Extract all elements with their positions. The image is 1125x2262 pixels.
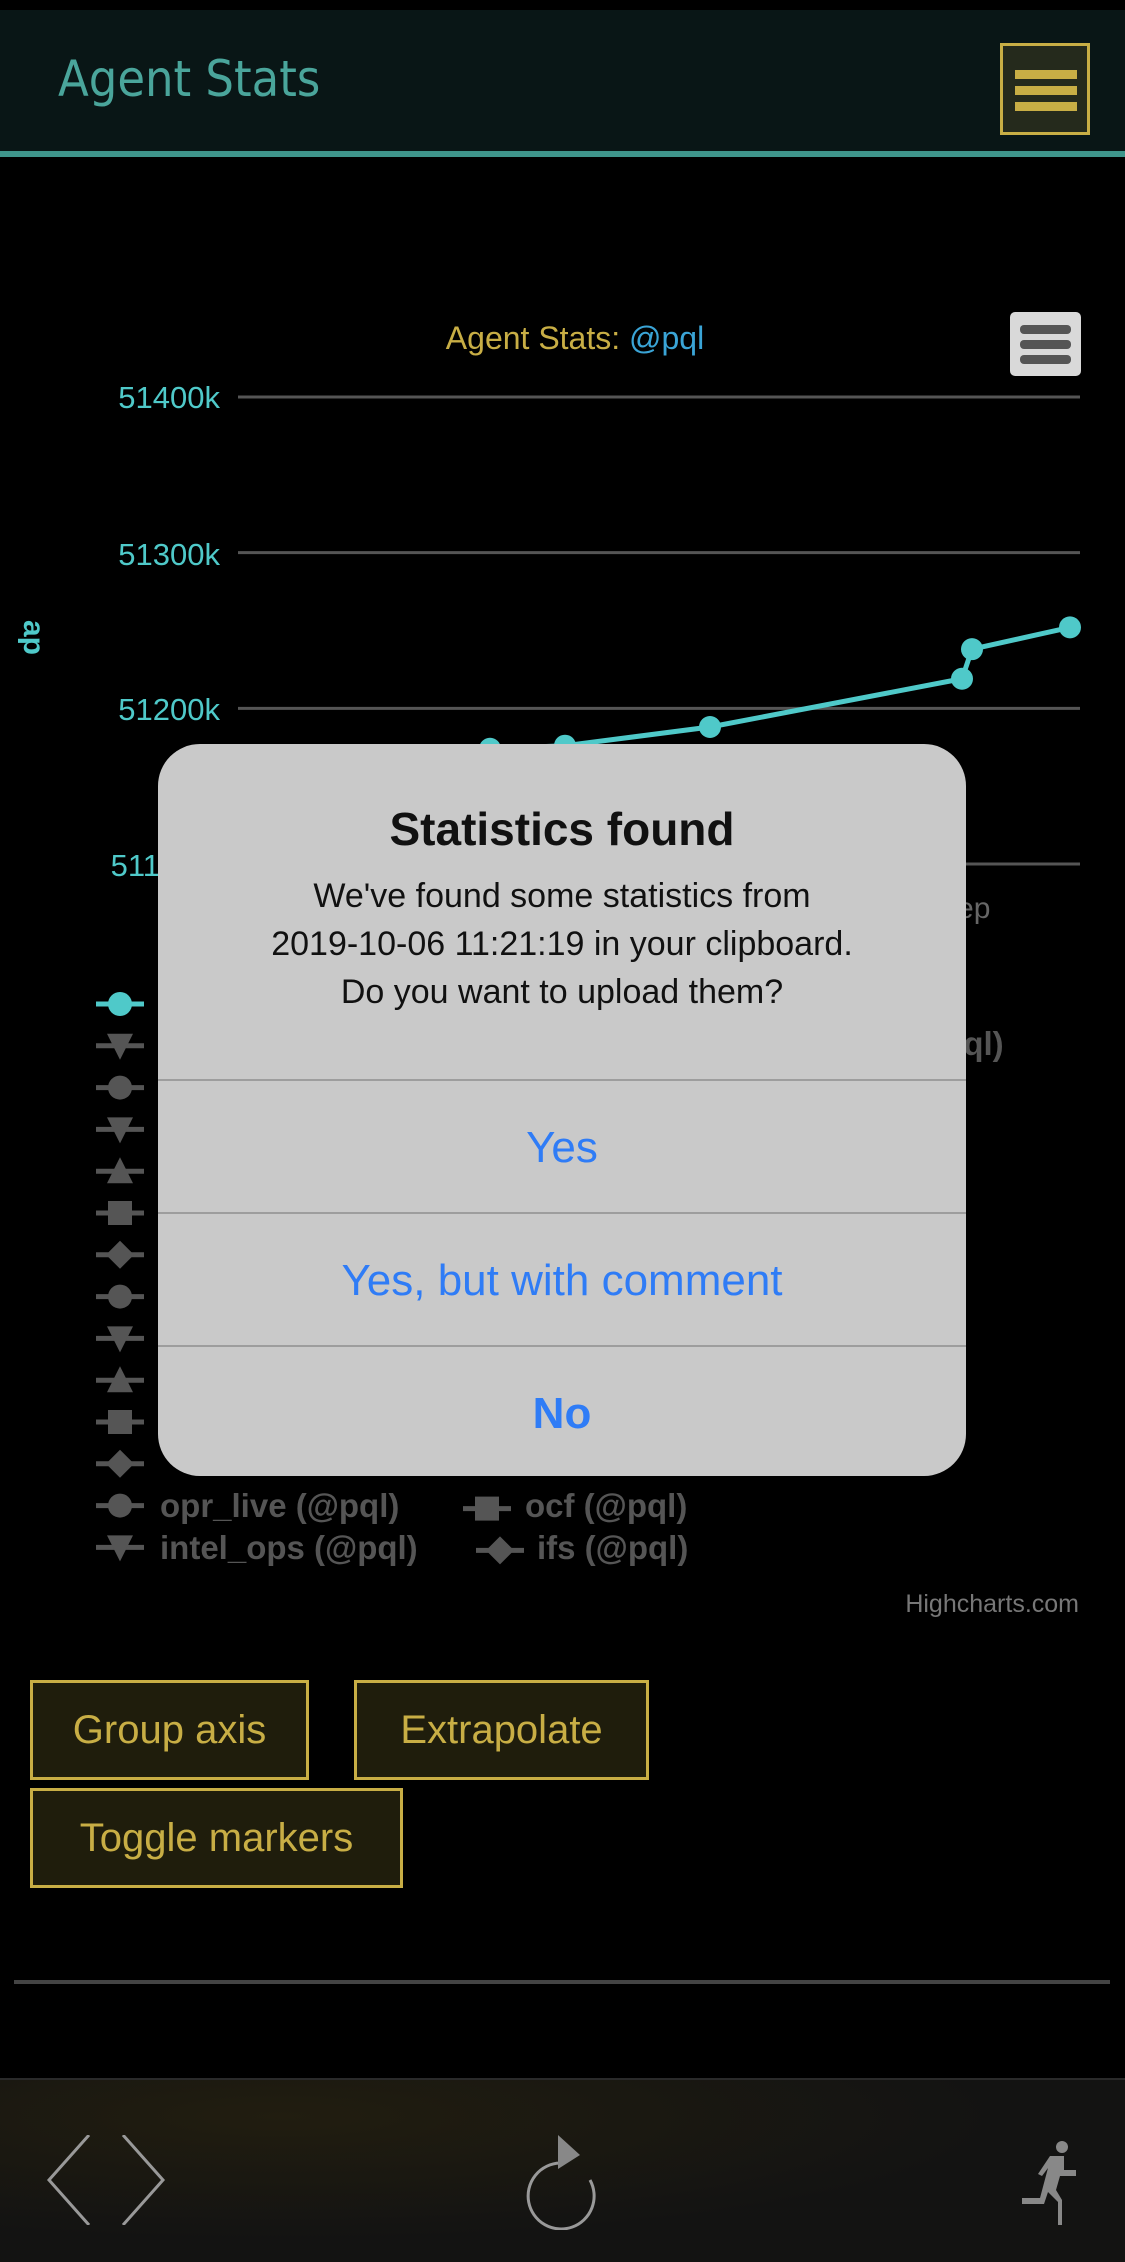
extrapolate-button[interactable]: Extrapolate xyxy=(354,1680,649,1780)
back-icon[interactable] xyxy=(44,2135,94,2225)
legend-marker-diamond xyxy=(106,1449,134,1478)
dialog-message-line: Do you want to upload them? xyxy=(340,973,784,1011)
toggle-markers-button[interactable]: Toggle markers xyxy=(30,1788,403,1888)
legend-marker-circle xyxy=(108,1075,132,1100)
legend-item-opr-live[interactable]: opr_live (@pql) xyxy=(160,1487,399,1525)
statistics-found-dialog: Statistics found We've found some statis… xyxy=(158,744,966,1476)
exit-runner-icon[interactable] xyxy=(1020,2140,1080,2225)
legend-marker-square xyxy=(475,1496,499,1521)
yes-with-comment-button[interactable]: Yes, but with comment xyxy=(158,1212,966,1347)
legend-marker-circle xyxy=(108,1284,132,1309)
forward-icon[interactable] xyxy=(118,2135,168,2225)
dialog-title: Statistics found xyxy=(389,803,735,855)
dialog-message: We've found some statistics from 2019-10… xyxy=(158,872,966,1016)
no-button[interactable]: No xyxy=(158,1345,966,1476)
bottom-toolbar xyxy=(0,2078,1125,2262)
divider xyxy=(14,1980,1110,1984)
yes-button[interactable]: Yes xyxy=(158,1079,966,1214)
legend-marker-diamond xyxy=(106,1240,134,1269)
legend-marker-circle xyxy=(108,992,132,1016)
highcharts-credits[interactable]: Highcharts.com xyxy=(905,1590,1079,1619)
legend-item-intel-ops[interactable]: intel_ops (@pql) xyxy=(160,1529,418,1567)
group-axis-button[interactable]: Group axis xyxy=(30,1680,309,1780)
dialog-message-line: 2019-10-06 11:21:19 in your clipboard. xyxy=(271,925,853,963)
legend-item-ocf[interactable]: ocf (@pql) xyxy=(525,1487,687,1525)
legend-marker-diamond xyxy=(486,1536,514,1565)
legend-marker-square xyxy=(108,1410,132,1434)
refresh-icon[interactable] xyxy=(520,2135,600,2230)
legend-item-ifs[interactable]: ifs (@pql) xyxy=(537,1529,688,1567)
legend-marker-circle xyxy=(108,1493,132,1518)
legend-marker-square xyxy=(108,1201,132,1225)
dialog-message-line: We've found some statistics from xyxy=(313,877,811,915)
